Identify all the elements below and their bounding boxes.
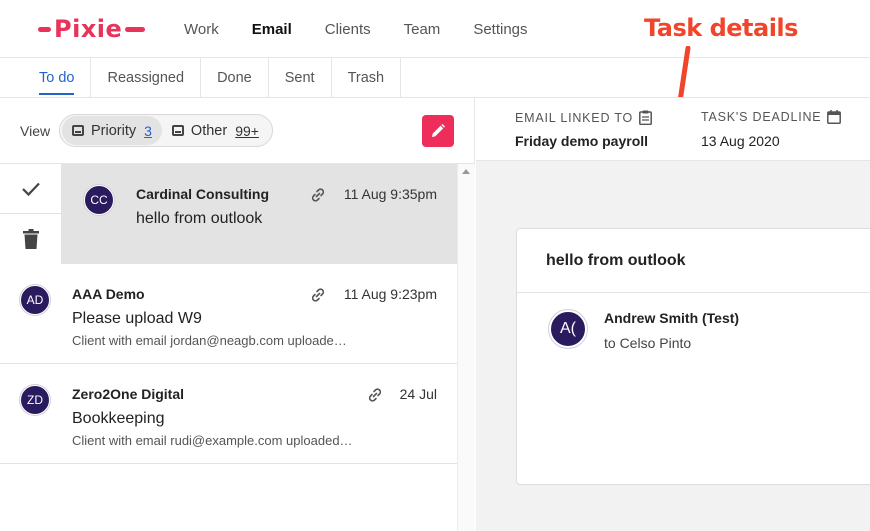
trash-icon [23,229,39,249]
scroll-up-icon[interactable] [462,169,470,174]
email-linked-header: EMAIL LINKED TO [515,110,653,125]
other-label: Other [190,122,228,139]
email-sender: Cardinal Consulting [136,186,269,202]
list-item[interactable]: ZD Zero2One Digital 24 Jul Bookkeeping C… [0,364,457,464]
compose-button[interactable] [422,115,454,147]
email-subject: Please upload W9 [72,310,202,327]
avatar: AD [20,285,50,315]
priority-label: Priority [91,122,137,139]
list-item[interactable]: AD AAA Demo 11 Aug 9:23pm Please upload … [0,264,457,364]
email-preview: Client with email rudi@example.com uploa… [72,433,353,448]
list-scrollbar[interactable] [457,164,475,531]
email-tabs: To do Reassigned Done Sent Trash [0,58,870,98]
deadline-label: TASK'S DEADLINE [701,110,822,124]
inbox-icon [72,125,84,136]
tab-reassigned[interactable]: Reassigned [91,58,202,98]
email-list: CC Cardinal Consulting 11 Aug 9:35pm hel… [0,164,457,531]
calendar-icon [827,110,842,124]
task-detail-panel: EMAIL LINKED TO Friday demo payroll TASK… [476,98,870,531]
divider [517,292,870,293]
email-date: 11 Aug 9:35pm [343,186,437,202]
delete-button[interactable] [0,214,62,264]
main-nav: Work Email Clients Team Settings [184,0,561,58]
mark-done-button[interactable] [0,164,62,214]
inbox-icon [171,125,184,136]
task-detail-bar: EMAIL LINKED TO Friday demo payroll TASK… [476,98,870,161]
tab-to-do[interactable]: To do [0,58,92,98]
list-toolbar: View Priority 3 Other 99+ [0,98,475,164]
view-other-button[interactable]: Other 99+ [162,116,269,145]
email-list-panel: View Priority 3 Other 99+ CC Cardinal Co… [0,98,475,531]
email-date: 24 Jul [399,386,437,402]
sender-avatar: A( [549,310,587,348]
deadline-value[interactable]: 13 Aug 2020 [701,133,780,149]
email-linked-label: EMAIL LINKED TO [515,110,634,125]
email-sender: AAA Demo [72,286,145,302]
message-title: hello from outlook [546,252,686,269]
clipboard-icon [639,110,653,125]
avatar: ZD [20,385,50,415]
nav-email[interactable]: Email [252,21,292,38]
email-preview: Client with email jordan@neagb.com uploa… [72,333,347,348]
view-priority-button[interactable]: Priority 3 [62,116,162,145]
tab-done[interactable]: Done [201,58,269,98]
row-actions [0,164,62,264]
email-linked-value[interactable]: Friday demo payroll [515,133,648,149]
annotation-label: Task details [644,14,798,42]
view-label: View [20,123,51,139]
nav-work[interactable]: Work [184,21,219,38]
view-switch: Priority 3 Other 99+ [59,114,273,147]
nav-team[interactable]: Team [404,21,441,38]
email-sender: Zero2One Digital [72,386,185,402]
logo-dash-right [125,26,146,32]
link-icon [311,288,325,302]
avatar: CC [84,185,114,215]
message-card: hello from outlook A( Andrew Smith (Test… [516,228,870,485]
email-date: 11 Aug 9:23pm [343,286,437,302]
link-icon [311,188,325,202]
tab-sent[interactable]: Sent [269,58,332,98]
email-subject: hello from outlook [136,210,263,227]
message-to: to Celso Pinto [604,335,692,351]
message-from: Andrew Smith (Test) [604,310,740,326]
logo-text: Pixie [54,15,123,43]
priority-count: 3 [144,122,152,139]
deadline-header: TASK'S DEADLINE [701,110,842,124]
logo-dash-left [38,26,51,32]
tab-trash[interactable]: Trash [332,58,402,98]
pixie-logo[interactable]: Pixie [38,14,146,44]
nav-clients[interactable]: Clients [325,21,371,38]
pencil-icon [432,124,445,137]
nav-settings[interactable]: Settings [473,21,527,38]
email-subject: Bookkeeping [72,410,165,427]
list-item[interactable]: CC Cardinal Consulting 11 Aug 9:35pm hel… [0,164,457,264]
check-icon [22,182,40,196]
other-count: 99+ [235,122,259,139]
